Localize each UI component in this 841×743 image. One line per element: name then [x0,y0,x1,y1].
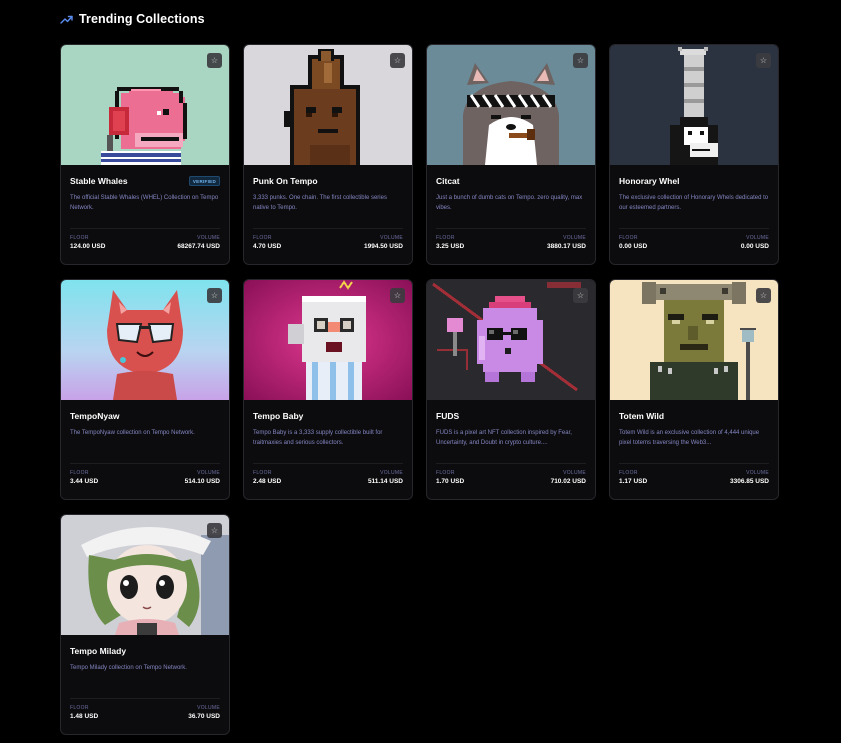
collection-card[interactable]: ☆ Punk On Tempo 3,333 punks. One chain. … [243,44,413,265]
floor-value: 4.70 USD [253,243,282,250]
floor-label: FLOOR [619,235,638,241]
pixel-totem-art [610,280,778,400]
collection-description: Totem Wild is an exclusive collection of… [619,430,760,446]
floor-label: FLOOR [70,470,89,476]
section-title: Trending Collections [79,12,205,26]
collection-name: FUDS [436,411,460,421]
volume-label: VOLUME [746,235,769,241]
red-cat-sunglasses-art [61,280,229,400]
collection-name: Citcat [436,176,460,186]
volume-label: VOLUME [746,470,769,476]
volume-value: 36.70 USD [188,713,220,720]
collection-description: The exclusive collection of Honorary Whe… [619,195,769,211]
pixel-punk-art [244,45,412,165]
milady-girl-art [61,515,229,635]
tall-hat-whale-art [610,45,778,165]
volume-value: 3880.17 USD [546,243,586,250]
floor-label: FLOOR [253,470,272,476]
collection-card[interactable]: ☆ Tempo Baby Tempo Baby is a 3,333 suppl… [243,279,413,500]
collection-description: FUDS is a pixel art NFT collection inspi… [436,430,572,446]
collections-grid: ☆ Stable Whales VERIFIED The official St… [60,44,779,735]
volume-label: VOLUME [380,235,403,241]
floor-label: FLOOR [619,470,638,476]
collection-card[interactable]: ☆ Stable Whales VERIFIED The official St… [60,44,230,265]
collection-name: Honorary Whel [619,176,680,186]
star-icon[interactable]: ☆ [573,288,588,303]
volume-value: 3306.85 USD [729,478,769,485]
collection-stats: FLOOR 0.00 USD VOLUME 0.00 USD [619,228,769,250]
floor-value: 1.48 USD [70,713,99,720]
floor-value: 1.70 USD [436,478,465,485]
collection-name: Tempo Baby [253,411,304,421]
collection-stats: FLOOR 1.70 USD VOLUME 710.02 USD [436,463,586,485]
volume-label: VOLUME [197,235,220,241]
collection-description: The official Stable Whales (WHEL) Collec… [70,195,219,211]
collection-stats: FLOOR 2.48 USD VOLUME 511.14 USD [253,463,403,485]
collection-description: The TempoNyaw collection on Tempo Networ… [70,430,195,436]
collection-description: Tempo Milady collection on Tempo Network… [70,665,187,671]
star-icon[interactable]: ☆ [756,53,771,68]
collection-stats: FLOOR 1.48 USD VOLUME 36.70 USD [70,698,220,720]
floor-value: 3.44 USD [70,478,99,485]
cat-with-headband-art [427,45,595,165]
section-header: Trending Collections [60,12,205,26]
collection-card[interactable]: ☆ Honorary Whel The exclusive collection… [609,44,779,265]
floor-label: FLOOR [70,705,89,711]
collection-stats: FLOOR 1.17 USD VOLUME 3306.85 USD [619,463,769,485]
volume-label: VOLUME [197,470,220,476]
floor-value: 3.25 USD [436,243,465,250]
star-icon[interactable]: ☆ [756,288,771,303]
star-icon[interactable]: ☆ [207,523,222,538]
volume-label: VOLUME [563,235,586,241]
verified-badge: VERIFIED [188,176,220,186]
star-icon[interactable]: ☆ [390,53,405,68]
collection-stats: FLOOR 3.25 USD VOLUME 3880.17 USD [436,228,586,250]
volume-label: VOLUME [563,470,586,476]
collection-name: Tempo Milady [70,646,127,656]
volume-value: 0.00 USD [740,243,769,250]
volume-label: VOLUME [380,470,403,476]
volume-value: 511.14 USD [367,478,403,485]
collection-name: Stable Whales [70,176,128,186]
collection-card[interactable]: ☆ Tempo Milady Tempo Milady collection o… [60,514,230,735]
collection-description: 3,333 punks. One chain. The first collec… [253,195,387,211]
collection-card[interactable]: ☆ Citcat Just a bunch of dumb cats on Te… [426,44,596,265]
floor-value: 0.00 USD [619,243,648,250]
collection-stats: FLOOR 3.44 USD VOLUME 514.10 USD [70,463,220,485]
collection-card[interactable]: ☆ FUDS FUDS is a pixel art NFT collectio… [426,279,596,500]
floor-label: FLOOR [436,470,455,476]
floor-value: 124.00 USD [70,243,106,250]
purple-blob-art [427,280,595,400]
volume-value: 68267.74 USD [177,243,220,250]
volume-label: VOLUME [197,705,220,711]
collection-description: Tempo Baby is a 3,333 supply collectible… [253,430,383,446]
star-icon[interactable]: ☆ [207,288,222,303]
collection-stats: FLOOR 4.70 USD VOLUME 1994.50 USD [253,228,403,250]
volume-value: 514.10 USD [184,478,220,485]
collection-stats: FLOOR 124.00 USD VOLUME 68267.74 USD [70,228,220,250]
trending-up-icon [60,15,73,24]
collection-name: TempoNyaw [70,411,120,421]
voxel-baby-art [244,280,412,400]
collection-description: Just a bunch of dumb cats on Tempo. zero… [436,195,583,211]
floor-label: FLOOR [70,235,89,241]
floor-label: FLOOR [253,235,272,241]
pink-whale-art [61,45,229,165]
star-icon[interactable]: ☆ [573,53,588,68]
floor-label: FLOOR [436,235,455,241]
collection-card[interactable]: ☆ Totem Wild Totem Wild is an exclusive … [609,279,779,500]
collection-card[interactable]: ☆ TempoNyaw The TempoNyaw collection on … [60,279,230,500]
floor-value: 2.48 USD [253,478,282,485]
star-icon[interactable]: ☆ [207,53,222,68]
floor-value: 1.17 USD [619,478,648,485]
volume-value: 1994.50 USD [363,243,403,250]
star-icon[interactable]: ☆ [390,288,405,303]
collection-name: Punk On Tempo [253,176,318,186]
volume-value: 710.02 USD [550,478,586,485]
collection-name: Totem Wild [619,411,665,421]
